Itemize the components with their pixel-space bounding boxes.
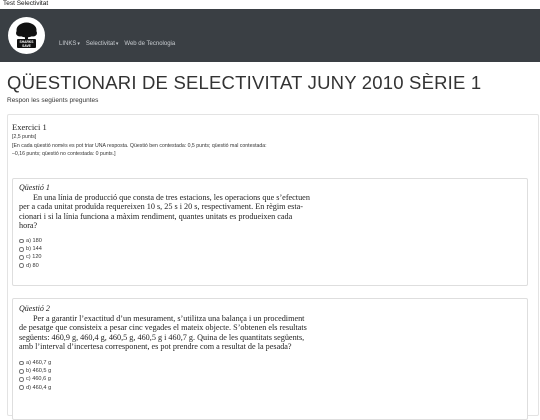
question-title: Qüestió 1 [19, 183, 50, 192]
question-line-text: En una línia de producció que consta de … [33, 193, 310, 202]
question-line-text: Per a garantir l’exactitud d’un mesurame… [33, 314, 305, 323]
exercise-instructions: [En cada qüestió només es pot triar UNA … [12, 142, 342, 158]
answer-option[interactable]: b) 460,5 g [19, 367, 51, 375]
radio-button[interactable] [19, 369, 24, 374]
svg-text:SAVE: SAVE [22, 44, 32, 48]
radio-button[interactable] [19, 247, 24, 252]
nav-item-selectivitat-label: Selectivitat [85, 41, 115, 47]
question-line: per a cada unitat produïda requereixen 1… [19, 202, 303, 212]
question-line: En una línia de producció que consta de … [19, 193, 332, 202]
radio-button[interactable] [19, 377, 24, 382]
nav-item-web-tecnologia[interactable]: Web de Tecnologia [124, 41, 175, 47]
answer-option[interactable]: c) 120 [19, 253, 42, 261]
nav-item-links-label: LINKS [59, 41, 77, 47]
answer-options: a) 460,7 g b) 460,5 g c) 460,6 g d) 460,… [19, 359, 51, 392]
answer-option[interactable]: d) 460,4 g [19, 384, 51, 392]
instructions-line: –0,16 punts; qüestió no contestada: 0 pu… [12, 151, 116, 157]
question-line: següents: 460,9 g, 460,4 g, 460,5 g, 460… [19, 332, 305, 342]
answer-option-label: a) 180 [26, 238, 42, 245]
radio-button[interactable] [19, 360, 24, 366]
question-card: Qüestió 2 Per a garantir l’exactitud d’u… [12, 298, 528, 420]
answer-options: a) 180 b) 144 c) 120 d) 80 [19, 237, 42, 270]
shark-logo-icon: SHARKS SAVE [8, 17, 45, 54]
question-text: Per a garantir l’exactitud d’un mesurame… [19, 314, 332, 351]
exercise-title: Exercici 1 [12, 122, 47, 132]
radio-button[interactable] [19, 238, 24, 244]
radio-button[interactable] [19, 385, 24, 390]
nav-item-links[interactable]: LINKS▾ [59, 41, 80, 47]
window-title: Test Selectivitat [3, 0, 49, 7]
question-line: amb l’interval d’incertesa corresponent,… [19, 341, 292, 351]
question-line: cionari i si la línia funciona a màxim r… [19, 211, 293, 221]
question-text: En una línia de producció que consta de … [19, 193, 332, 230]
answer-option-label: c) 120 [26, 254, 42, 261]
answer-option-label: d) 80 [26, 262, 39, 269]
answer-option-label: a) 460,7 g [26, 360, 52, 367]
answer-option-label: b) 460,5 g [26, 368, 52, 375]
answer-option-label: b) 144 [26, 246, 42, 253]
exercise-points: [2,5 punts] [12, 134, 37, 140]
chevron-down-icon: ▾ [77, 41, 80, 47]
top-navbar: LINKS▾ Selectivitat▾ Web de Tecnologia [0, 9, 540, 62]
answer-option[interactable]: c) 460,6 g [19, 375, 51, 383]
instructions-line: [En cada qüestió només es pot triar UNA … [12, 143, 267, 149]
site-logo[interactable]: SHARKS SAVE [8, 17, 45, 54]
page-subtitle: Respon les següents preguntes [7, 97, 99, 104]
radio-button[interactable] [19, 263, 24, 268]
answer-option[interactable]: a) 460,7 g [19, 359, 51, 367]
answer-option[interactable]: b) 144 [19, 245, 42, 253]
question-title: Qüestió 2 [19, 304, 50, 313]
answer-option-label: d) 460,4 g [26, 384, 52, 391]
nav-menu: LINKS▾ Selectivitat▾ Web de Tecnologia [59, 41, 175, 47]
question-line: hora? [19, 220, 38, 230]
question-line: Per a garantir l’exactitud d’un mesurame… [19, 314, 332, 323]
answer-option-label: c) 460,6 g [26, 376, 51, 383]
question-line: de pesatge que consisteix a pesar cinc v… [19, 323, 307, 333]
answer-option[interactable]: a) 180 [19, 237, 42, 245]
radio-button[interactable] [19, 255, 24, 260]
question-card: Qüestió 1 En una línia de producció que … [12, 178, 528, 286]
page-title: QÜESTIONARI DE SELECTIVITAT JUNY 2010 SÈ… [7, 72, 482, 93]
chevron-down-icon: ▾ [115, 41, 119, 47]
nav-item-selectivitat[interactable]: Selectivitat▾ [86, 41, 119, 47]
answer-option[interactable]: d) 80 [19, 262, 42, 270]
